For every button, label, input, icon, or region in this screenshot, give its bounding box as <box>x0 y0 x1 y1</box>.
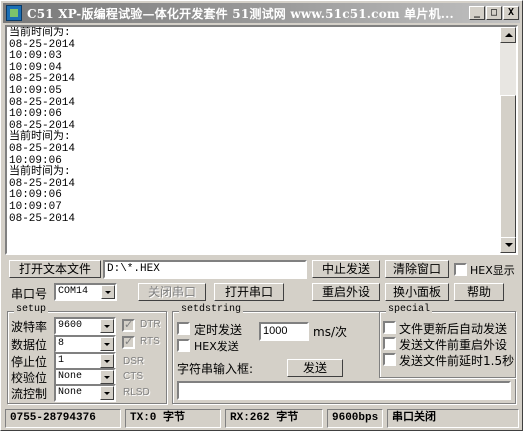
receive-line: 当前时间为: <box>9 27 71 39</box>
receive-area[interactable]: 当前时间为: 08-25-2014 10:09:03 10:09:04 08-25-20… <box>5 25 518 255</box>
port-value: COM14 <box>58 286 89 297</box>
scroll-up-button[interactable] <box>500 27 516 43</box>
stop-bits-value: 1 <box>58 355 65 366</box>
restart-before-send-checkbox[interactable] <box>383 337 396 350</box>
data-bits-label: 数据位 <box>11 338 48 352</box>
port-label: 串口号 <box>11 287 48 301</box>
hex-send-label: HEX发送 <box>194 340 239 353</box>
data-bits-select[interactable]: 8 <box>54 335 116 353</box>
title-bar[interactable]: C51 XP-版编程试验—体化开发套件 51测试网 www.51c51.com … <box>3 3 520 23</box>
interval-input[interactable]: 1000 <box>259 322 309 341</box>
chevron-down-icon[interactable] <box>100 354 114 368</box>
restart-before-send-label: 发送文件前重启外设 <box>399 338 508 352</box>
minimize-button[interactable]: _ <box>469 6 485 20</box>
data-bits-value: 8 <box>58 338 65 349</box>
receive-line: 08-25-2014 <box>9 142 76 155</box>
string-input[interactable] <box>177 381 511 400</box>
string-input-label: 字符串输入框: <box>177 362 254 376</box>
receive-line: 当前时间为: <box>9 166 71 179</box>
status-tx: TX:0 字节 <box>125 409 221 428</box>
receive-line: 10:09:07 <box>9 200 62 213</box>
open-text-file-button[interactable]: 打开文本文件 <box>9 260 101 278</box>
restart-peripheral-button[interactable]: 重启外设 <box>312 283 380 301</box>
rts-checkbox[interactable] <box>122 335 135 349</box>
close-button[interactable]: X <box>503 6 519 20</box>
open-port-button[interactable]: 打开串口 <box>214 283 284 301</box>
setup-group-title: setup <box>14 304 49 315</box>
scroll-down-button[interactable] <box>500 237 516 253</box>
hex-display-label: HEX显示 <box>470 264 515 277</box>
flow-control-value: None <box>58 387 83 398</box>
timed-send-label: 定时发送 <box>194 323 243 337</box>
interval-unit-label: ms/次 <box>313 325 347 339</box>
receive-line: 10:09:05 <box>9 84 62 97</box>
auto-send-on-update-checkbox[interactable] <box>383 321 396 334</box>
dsr-label: DSR <box>123 356 145 367</box>
delay-before-send-label: 发送文件前延时1.5秒 <box>399 354 515 368</box>
port-select[interactable]: COM14 <box>54 283 117 301</box>
parity-label: 校验位 <box>11 371 48 385</box>
window-title: C51 XP-版编程试验—体化开发套件 51测试网 www.51c51.com … <box>27 7 454 21</box>
app-icon <box>6 5 22 21</box>
rlsd-label: RLSD <box>123 387 150 398</box>
vertical-scrollbar[interactable] <box>500 27 516 253</box>
chevron-down-icon[interactable] <box>100 370 114 384</box>
setdstring-group-title: setdstring <box>179 304 244 315</box>
help-button[interactable]: 帮助 <box>454 283 504 301</box>
chevron-down-icon[interactable] <box>100 337 114 351</box>
arrow-up-icon <box>505 33 513 37</box>
receive-text: 当前时间为: 08-25-2014 10:09:03 10:09:04 08-25-20… <box>9 27 76 225</box>
baud-value: 9600 <box>58 320 83 331</box>
special-group-title: special <box>386 304 433 315</box>
file-path-input[interactable]: D:\*.HEX <box>103 260 307 279</box>
chevron-down-icon[interactable] <box>100 319 114 333</box>
parity-value: None <box>58 371 83 382</box>
hex-display-checkbox[interactable] <box>454 263 467 276</box>
auto-send-on-update-label: 文件更新后自动发送 <box>399 322 508 336</box>
baud-label: 波特率 <box>11 320 48 334</box>
chevron-down-icon[interactable] <box>100 386 114 400</box>
clear-window-button[interactable]: 清除窗口 <box>385 260 449 278</box>
close-port-button[interactable]: 关闭串口 <box>138 283 206 301</box>
status-rx: RX:262 字节 <box>225 409 323 428</box>
hex-send-checkbox[interactable] <box>177 339 190 352</box>
dtr-checkbox[interactable] <box>122 318 135 332</box>
cts-label: CTS <box>123 371 143 382</box>
flow-control-select[interactable]: None <box>54 384 116 402</box>
rts-label: RTS <box>140 336 160 347</box>
status-port-state: 串口关闭 <box>387 409 519 428</box>
stop-bits-label: 停止位 <box>11 355 48 369</box>
scroll-thumb[interactable] <box>500 95 516 239</box>
stop-send-button[interactable]: 中止发送 <box>312 260 380 278</box>
receive-line: 08-25-2014 <box>9 212 76 225</box>
switch-panel-button[interactable]: 换小面板 <box>385 283 449 301</box>
delay-before-send-checkbox[interactable] <box>383 353 396 366</box>
receive-line: 10:09:06 <box>9 108 62 121</box>
maximize-button[interactable]: □ <box>486 6 502 20</box>
status-phone: 0755-28794376 <box>5 409 121 428</box>
flow-control-label: 流控制 <box>11 387 48 401</box>
baud-select[interactable]: 9600 <box>54 317 116 335</box>
app-window: C51 XP-版编程试验—体化开发套件 51测试网 www.51c51.com … <box>0 0 523 431</box>
timed-send-checkbox[interactable] <box>177 322 190 335</box>
chevron-down-icon[interactable] <box>101 285 115 299</box>
arrow-down-icon <box>505 243 513 247</box>
send-button[interactable]: 发送 <box>287 359 343 377</box>
dtr-label: DTR <box>140 319 161 330</box>
status-baud: 9600bps <box>327 409 383 428</box>
